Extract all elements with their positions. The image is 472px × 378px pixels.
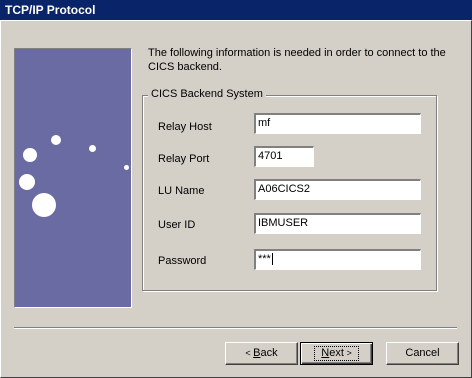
wizard-side-image [14, 48, 132, 308]
relay-port-input[interactable]: 4701 [254, 146, 314, 167]
title-bar[interactable]: TCP/IP Protocol [0, 0, 472, 20]
decorative-dot [51, 135, 61, 145]
user-id-input[interactable]: IBMUSER [254, 213, 421, 234]
window-title: TCP/IP Protocol [5, 3, 96, 17]
lu-name-label: LU Name [158, 185, 205, 197]
intro-text: The following information is needed in o… [148, 47, 446, 73]
focus-rectangle: Next > [314, 346, 359, 361]
back-button[interactable]: < Back [225, 342, 298, 365]
text-caret [271, 253, 273, 266]
relay-port-label: Relay Port [158, 153, 210, 165]
decorative-dot [19, 174, 35, 190]
password-mask: *** [258, 253, 271, 265]
decorative-dot [32, 193, 56, 217]
button-separator [14, 327, 457, 329]
user-id-label: User ID [158, 219, 196, 231]
decorative-dot [23, 148, 37, 162]
relay-host-label: Relay Host [158, 121, 212, 133]
password-input[interactable]: *** [254, 249, 421, 270]
relay-host-input[interactable]: mf [254, 113, 421, 134]
password-label: Password [158, 255, 207, 267]
groupbox-title: CICS Backend System [148, 88, 266, 100]
lu-name-input[interactable]: A06CICS2 [254, 179, 421, 200]
next-button[interactable]: Next > [300, 342, 373, 365]
decorative-dot [124, 165, 129, 170]
cancel-button[interactable]: Cancel [386, 342, 459, 365]
decorative-dot [89, 145, 96, 152]
